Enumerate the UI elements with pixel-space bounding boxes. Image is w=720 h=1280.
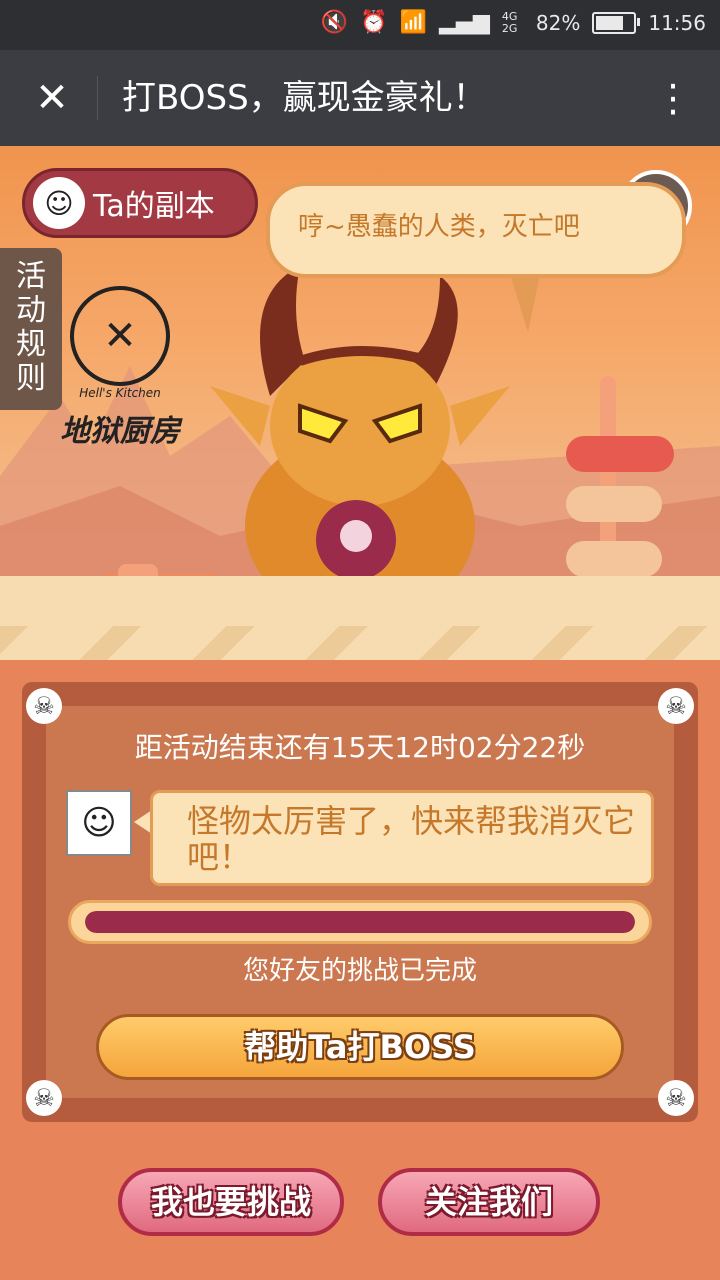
boss-speech-bubble: 哼~愚蠢的人类，灭亡吧 <box>266 182 686 278</box>
skull-icon: ☠ <box>658 688 694 724</box>
boss-health-progress <box>68 900 652 944</box>
skull-icon: ☠ <box>658 1080 694 1116</box>
friend-message-text: 怪物太厉害了，快来帮我消灭它吧！ <box>187 802 636 876</box>
copy-tab-button[interactable]: ☺ Ta的副本 <box>22 168 258 238</box>
follow-button[interactable]: 关注我们 <box>378 1168 600 1236</box>
battery-percent: 82% <box>535 10 581 35</box>
ground-stripe <box>0 626 720 660</box>
alarm-icon: ⏰ <box>360 10 388 35</box>
status-icons: 🔇 ⏰ 📶 ▂▄▆ 4G 2G 82% 11:56 <box>321 10 706 35</box>
page-title: 打BOSS，赢现金豪礼！ <box>122 78 487 118</box>
restaurant-logo: ✕ Hell's Kitchen 地狱厨房 <box>40 286 200 449</box>
progress-fill <box>85 911 635 933</box>
more-vertical-icon[interactable]: ⋮ <box>654 74 692 122</box>
challenge-button[interactable]: 我也要挑战 <box>118 1168 344 1236</box>
help-boss-button[interactable]: 帮助Ta打BOSS <box>96 1014 624 1080</box>
boss-speech-text: 哼~愚蠢的人类，灭亡吧 <box>298 212 580 242</box>
skull-icon: ☠ <box>26 688 62 724</box>
wifi-icon: 📶 <box>399 10 428 35</box>
nav-divider <box>97 76 98 120</box>
battery-fill <box>596 15 623 30</box>
skull-icon: ☠ <box>26 1080 62 1116</box>
progress-status-text: 您好友的挑战已完成 <box>242 956 477 986</box>
logo-text-cn: 地狱厨房 <box>60 414 180 449</box>
friend-avatar: ☺ <box>66 790 132 856</box>
mute-icon: 🔇 <box>320 10 349 35</box>
signal-icon: ▂▄▆ <box>439 10 490 35</box>
copy-tab-label: Ta的副本 <box>93 189 215 224</box>
network-type: 4G 2G <box>501 9 518 35</box>
nav-bar: ✕ 打BOSS，赢现金豪礼！ ⋮ <box>0 50 720 146</box>
clock: 11:56 <box>648 10 706 35</box>
friend-message-bubble: 怪物太厉害了，快来帮我消灭它吧！ <box>150 790 654 886</box>
close-icon[interactable]: ✕ <box>28 74 76 122</box>
avatar: ☺ <box>33 177 85 229</box>
countdown-text: 距活动结束还有15天12时02分22秒 <box>134 731 586 764</box>
progress-track <box>85 911 635 933</box>
speech-tail <box>510 274 540 332</box>
logo-text-en: Hell's Kitchen <box>79 386 161 400</box>
fork-knife-icon: ✕ <box>70 286 170 386</box>
battery-icon <box>592 11 641 34</box>
status-bar: 🔇 ⏰ 📶 ▂▄▆ 4G 2G 82% 11:56 <box>0 0 720 50</box>
